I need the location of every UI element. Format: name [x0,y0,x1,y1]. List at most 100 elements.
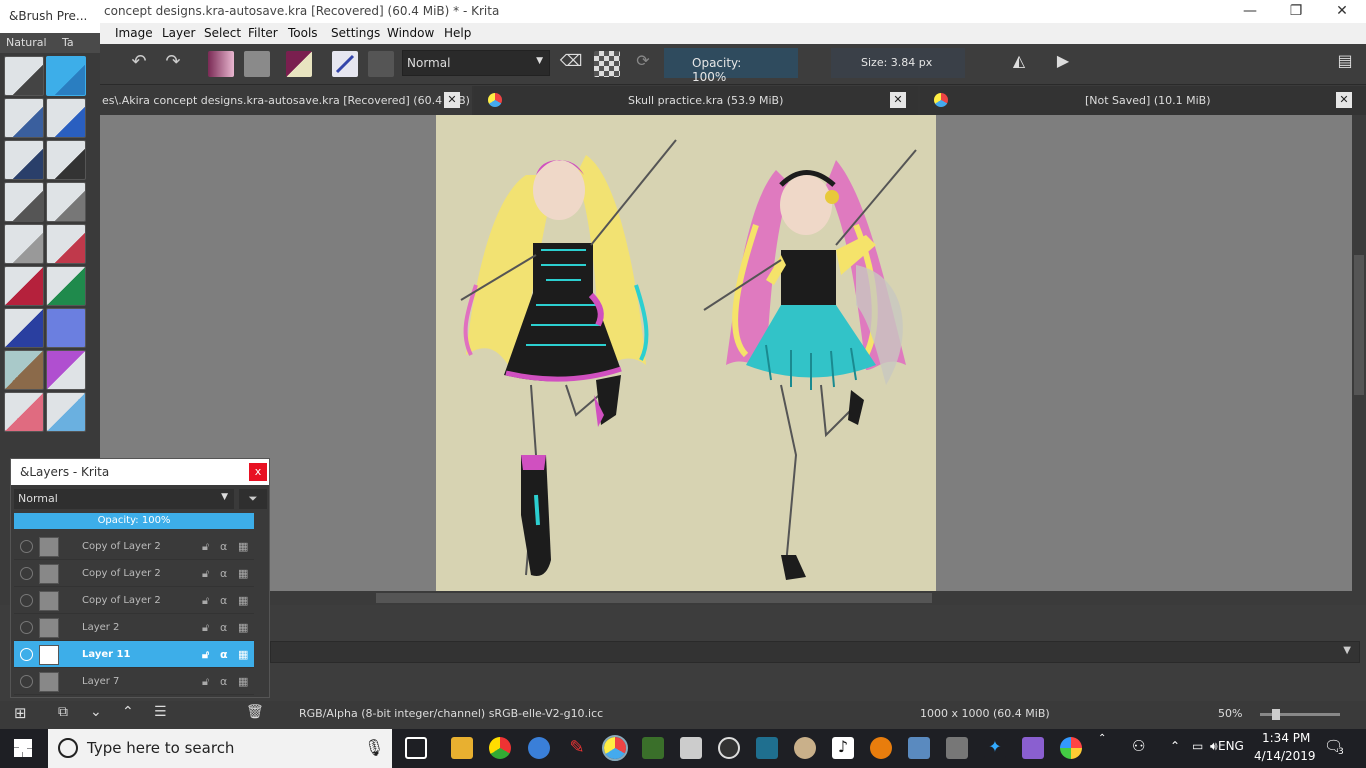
move-layer-up-icon[interactable]: ⌃ [122,704,134,720]
alpha-icon[interactable]: α [220,648,232,661]
eraser-icon[interactable]: ⌫ [558,51,584,77]
menu-select[interactable]: Select [204,26,241,40]
inherit-alpha-icon[interactable]: ▦ [238,648,250,661]
brush-preset[interactable] [4,98,44,138]
windows-start-icon[interactable] [14,739,32,757]
layer-row-selected[interactable]: Layer 11 🔓︎ α ▦ [14,641,254,668]
workspace-icon[interactable]: ▤ [1332,51,1358,77]
menu-layer[interactable]: Layer [162,26,195,40]
size-slider[interactable]: Size: 3.84 px [831,48,965,78]
pencil-app-icon[interactable]: ✎ [566,737,588,759]
scrollbar-thumb[interactable] [376,593,932,603]
alpha-icon[interactable]: α [220,567,232,580]
inherit-alpha-icon[interactable]: ▦ [238,594,250,607]
visibility-icon[interactable] [20,675,33,688]
task-view-icon[interactable] [405,737,427,759]
language-indicator[interactable]: ENG [1218,739,1244,753]
menu-image[interactable]: Image [115,26,153,40]
delete-layer-icon[interactable]: 🗑︎ [246,704,264,720]
reload-icon[interactable]: ⟳ [630,51,656,77]
visibility-icon[interactable] [20,540,33,553]
show-hidden-icons-icon[interactable]: ⌃ [1170,739,1180,753]
menu-window[interactable]: Window [387,26,434,40]
lock-icon[interactable]: 🔓︎ [202,594,214,607]
unity-icon[interactable] [680,737,702,759]
inherit-alpha-icon[interactable]: ▦ [238,567,250,580]
layer-row[interactable]: Layer 2 🔓︎ α ▦ [14,614,254,641]
redo-icon[interactable]: ↷ [160,51,186,77]
horizontal-scrollbar[interactable] [100,591,1352,605]
duplicate-layer-icon[interactable]: ⧉ [58,704,68,720]
gradient-swatch-icon[interactable] [208,51,234,77]
inherit-alpha-icon[interactable]: ▦ [238,621,250,634]
tab-not-saved[interactable]: [Not Saved] (10.1 MiB) ✕ [920,86,1366,115]
brush-preset[interactable] [4,350,44,390]
opacity-slider[interactable]: Opacity: 100% [664,48,798,84]
alpha-icon[interactable]: α [220,621,232,634]
scrollbar-thumb[interactable] [1354,255,1364,395]
close-tab-icon[interactable]: ✕ [890,92,906,108]
menu-filter[interactable]: Filter [248,26,278,40]
zoom-slider[interactable] [1260,709,1340,720]
brush-preset-icon[interactable] [332,51,358,77]
canvas-artwork[interactable] [436,115,936,591]
undo-icon[interactable]: ↶ [126,51,152,77]
maximize-button[interactable]: ❐ [1273,0,1319,23]
layer-row[interactable]: Copy of Layer 2 🔓︎ α ▦ [14,587,254,614]
zoom-slider-handle[interactable] [1272,709,1280,720]
volume-icon[interactable]: 🔊︎ [1210,739,1218,754]
brush-preset[interactable] [46,140,86,180]
close-tab-icon[interactable]: ✕ [444,92,460,108]
vertical-scrollbar[interactable] [1352,115,1366,591]
krita-taskbar-icon[interactable] [602,735,628,761]
app-icon-teal[interactable] [756,737,778,759]
inherit-alpha-icon[interactable]: ▦ [238,675,250,688]
brush-preset[interactable] [46,392,86,432]
mirror-vertical-icon[interactable]: ▶ [1050,51,1076,77]
alpha-lock-icon[interactable] [594,51,620,77]
lock-icon[interactable]: 🔓︎ [202,567,214,580]
visibility-icon[interactable] [20,621,33,634]
menu-settings[interactable]: Settings [331,26,380,40]
brush-preset[interactable] [4,224,44,264]
lock-icon[interactable]: 🔓︎ [202,621,214,634]
menu-help[interactable]: Help [444,26,471,40]
close-layers-button[interactable]: x [249,463,267,481]
taskbar-search-box[interactable]: Type here to search 🎙︎ [48,729,392,768]
layer-row[interactable]: Copy of Layer 2 🔓︎ α ▦ [14,560,254,587]
app-icon-blue[interactable]: ✦ [984,737,1006,759]
brush-preset[interactable] [46,350,86,390]
color-selector-icon[interactable] [286,51,312,77]
menu-tools[interactable]: Tools [288,26,318,40]
close-button[interactable]: ✕ [1319,0,1365,23]
visibility-icon[interactable] [20,648,33,661]
microphone-icon[interactable]: 🎙︎ [364,738,384,757]
brush-preset[interactable] [4,140,44,180]
browser-icon[interactable] [528,737,550,759]
app-icon-purple[interactable] [1022,737,1044,759]
file-explorer-icon[interactable] [451,737,473,759]
network-icon[interactable]: ▭ [1192,739,1203,753]
people-icon[interactable]: ⚇ [1132,737,1145,755]
tab-skull-practice[interactable]: Skull practice.kra (53.9 MiB) ✕ [474,86,918,115]
music-app-icon[interactable]: ♪ [832,737,854,759]
lock-icon[interactable]: 🔓︎ [202,675,214,688]
layer-properties-icon[interactable]: ☰ [154,704,167,720]
brush-preset[interactable] [4,266,44,306]
brush-preset[interactable] [4,182,44,222]
filter-icon[interactable]: ⏷ [239,489,267,509]
tab-tag[interactable]: Ta [62,36,74,49]
chrome-icon[interactable] [489,737,511,759]
visibility-icon[interactable] [20,567,33,580]
alpha-icon[interactable]: α [220,594,232,607]
clock-date[interactable]: 4/14/2019 [1254,749,1316,763]
alpha-icon[interactable]: α [220,540,232,553]
layer-blend-mode-select[interactable]: Normal ▼ [14,489,234,509]
brush-preset[interactable] [46,98,86,138]
brush-preset[interactable] [4,392,44,432]
blend-mode-select[interactable]: Normal ▼ [402,50,550,76]
photos-icon[interactable] [908,737,930,759]
lock-icon[interactable]: 🔓︎ [202,648,214,661]
visibility-icon[interactable] [20,594,33,607]
tab-natural[interactable]: Natural [6,36,47,49]
